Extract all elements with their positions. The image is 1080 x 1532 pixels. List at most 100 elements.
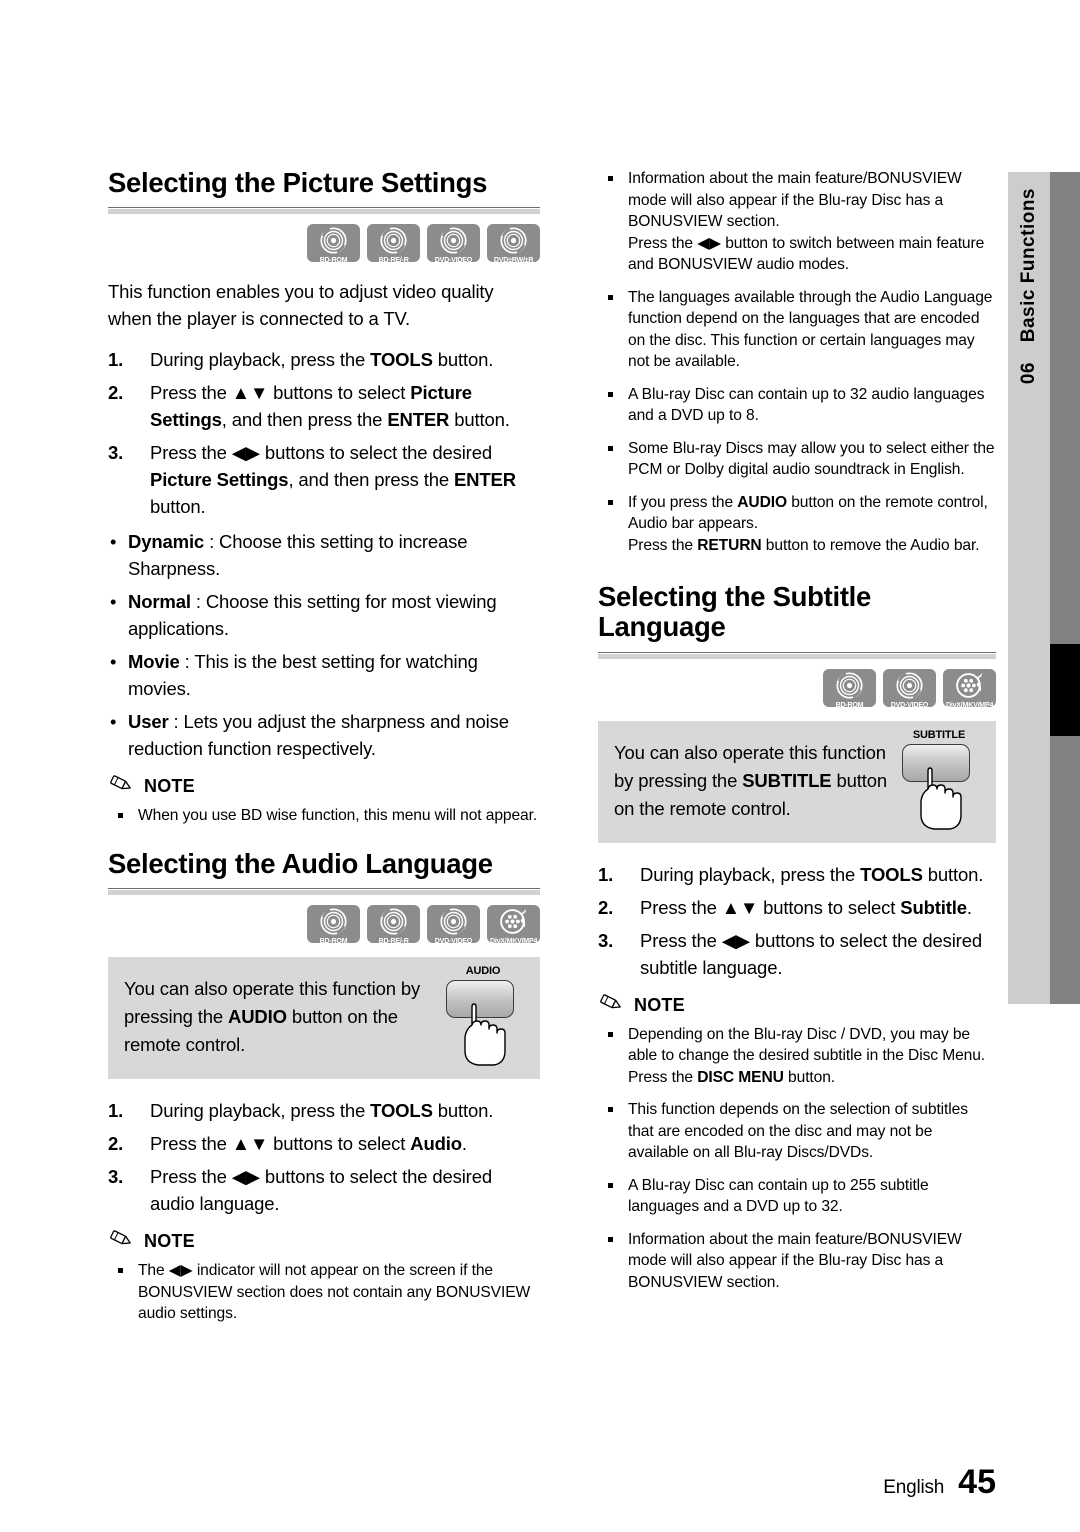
option-text: Dynamic : Choose this setting to increas…	[128, 531, 468, 580]
step-text: During playback, press the TOOLS button.	[640, 863, 984, 885]
step-number: 3.	[108, 1166, 124, 1187]
note-text: If you press the AUDIO button on the rem…	[628, 493, 988, 533]
disc-icon	[320, 227, 347, 254]
audio-callout-text: You can also operate this function by pr…	[124, 978, 421, 1055]
square-bullet-icon	[608, 445, 613, 451]
audio-language-notes-continued: Information about the main feature/BONUS…	[598, 168, 996, 556]
disc-icon	[380, 908, 407, 935]
step-number: 3.	[598, 929, 614, 951]
pressing-hand-icon	[916, 766, 974, 838]
note-label: NOTE	[634, 994, 685, 1015]
step-item: 3. Press the ◀▶ buttons to select the des…	[598, 927, 996, 981]
note-subtext: Press the DISC MENU button.	[628, 1068, 836, 1086]
step-text: Press the ▲▼ buttons to select Picture S…	[150, 382, 510, 431]
note-text: This function depends on the selection o…	[628, 1101, 968, 1161]
subtitle-language-title: Selecting the Subtitle Language	[598, 581, 872, 643]
disc-icon	[320, 908, 347, 935]
note-text: When you use BD wise function, this menu…	[138, 807, 538, 825]
square-bullet-icon	[608, 1031, 613, 1037]
subtitle-language-note-header: NOTE	[598, 993, 996, 1018]
note-text: Some Blu-ray Discs may allow you to sele…	[628, 439, 995, 479]
note-item: The languages available through the Audi…	[598, 287, 996, 373]
disc-badge-label: DVD-VIDEO	[434, 936, 473, 945]
subtitle-language-notes: Depending on the Blu-ray Disc / DVD, you…	[598, 1024, 996, 1294]
step-text: Press the ◀▶ buttons to select the desir…	[640, 929, 982, 978]
subtitle-callout-box: You can also operate this function by pr…	[598, 720, 996, 843]
disc-badge: BD-RE/-R	[367, 224, 420, 265]
subtitle-callout-text: You can also operate this function by pr…	[614, 741, 887, 819]
note-text: A Blu-ray Disc can contain up to 255 sub…	[628, 1176, 929, 1216]
step-item: 1. During playback, press the TOOLS butto…	[108, 1097, 540, 1124]
note-text: The languages available through the Audi…	[628, 288, 993, 371]
audio-language-badges: BD-ROM BD-RE/-R DVD-VIDEO DivX/MKV/MP4	[108, 905, 540, 945]
square-bullet-icon	[118, 1268, 123, 1273]
title-rule	[108, 207, 540, 215]
disc-icon	[380, 227, 407, 254]
bullet-dot-icon: •	[110, 591, 117, 613]
note-text: Information about the main feature/BONUS…	[628, 1230, 962, 1291]
disc-badge-label: DVD-VIDEO	[890, 699, 929, 709]
step-item: 1. During playback, press the TOOLS butto…	[598, 861, 996, 888]
picture-settings-note-header: NOTE	[108, 774, 540, 799]
film-reel-icon	[956, 672, 983, 699]
step-number: 3.	[108, 442, 124, 464]
disc-icon	[440, 908, 467, 935]
picture-settings-notes: When you use BD wise function, this menu…	[108, 805, 540, 827]
step-text: During playback, press the TOOLS button.	[150, 1100, 494, 1121]
step-number: 2.	[598, 896, 614, 918]
audio-language-steps: 1. During playback, press the TOOLS butto…	[108, 1097, 540, 1217]
square-bullet-icon	[608, 294, 613, 300]
disc-badge-label: DivX/MKV/MP4	[945, 699, 994, 709]
audio-remote-button-illustration: AUDIO	[444, 965, 522, 1069]
side-tab-text: 06 Basic Functions	[1008, 172, 1050, 1004]
step-text: Press the ◀▶ buttons to select the desir…	[150, 1166, 492, 1214]
title-rule	[598, 651, 996, 659]
option-item: • Movie : This is the best setting for wa…	[108, 648, 540, 702]
note-item: This function depends on the selection o…	[598, 1099, 996, 1164]
disc-badge: BD-ROM	[823, 668, 876, 709]
step-text: During playback, press the TOOLS button.	[150, 349, 494, 371]
disc-icon	[836, 671, 863, 699]
disc-badge: DVD-VIDEO	[427, 905, 480, 945]
square-bullet-icon	[608, 1236, 613, 1242]
disc-icon	[896, 671, 923, 699]
chapter-number: 06	[1018, 362, 1039, 385]
note-subtext: Press the RETURN button to remove the Au…	[628, 536, 980, 554]
disc-badge-label: BD-RE/-R	[378, 255, 409, 265]
picture-settings-options: • Dynamic : Choose this setting to increa…	[108, 528, 540, 762]
note-item: The ◀▶ indicator will not appear on the …	[108, 1260, 540, 1325]
note-text: Information about the main feature/BONUS…	[628, 170, 962, 230]
square-bullet-icon	[608, 176, 613, 181]
disc-badge-label: BD-ROM	[319, 255, 348, 265]
option-item: • User : Lets you adjust the sharpness an…	[108, 708, 540, 762]
picture-settings-title: Selecting the Picture Settings	[108, 167, 488, 198]
disc-badge-label: BD-ROM	[835, 699, 864, 709]
note-item: Information about the main feature/BONUS…	[598, 168, 996, 276]
square-bullet-icon	[608, 1107, 613, 1112]
step-number: 2.	[108, 1133, 124, 1154]
subtitle-remote-button-illustration: SUBTITLE	[900, 729, 978, 833]
step-number: 1.	[108, 349, 124, 371]
step-number: 1.	[108, 1100, 124, 1121]
remote-key-label: SUBTITLE	[912, 728, 966, 741]
remote-key-label: AUDIO	[465, 965, 501, 977]
disc-badge: DVD-VIDEO	[883, 668, 936, 709]
step-number: 1.	[598, 863, 614, 885]
picture-settings-badges: BD-ROM BD-RE/-R DVD-VIDEO DVD±RW/±R	[108, 224, 540, 265]
square-bullet-icon	[608, 391, 613, 397]
step-item: 2. Press the ▲▼ buttons to select Audio.	[108, 1130, 540, 1157]
picture-settings-intro: This function enables you to adjust vide…	[108, 281, 494, 330]
square-bullet-icon	[608, 499, 613, 505]
note-text: The ◀▶ indicator will not appear on the …	[138, 1262, 531, 1322]
option-text: Normal : Choose this setting for most vi…	[128, 591, 497, 640]
disc-badge: DivX/MKV/MP4	[943, 668, 996, 709]
disc-badge-label: BD-ROM	[319, 936, 348, 945]
step-item: 2. Press the ▲▼ buttons to select Subtitl…	[598, 894, 996, 921]
bullet-dot-icon: •	[110, 531, 117, 553]
note-item: Some Blu-ray Discs may allow you to sele…	[598, 438, 996, 481]
footer-language: English	[883, 1477, 945, 1498]
side-tab-black-marker	[1050, 644, 1080, 736]
subtitle-language-badges: BD-ROM DVD-VIDEO DivX/MKV/MP4	[598, 668, 996, 709]
film-reel-icon	[500, 908, 527, 935]
disc-badge: DVD±RW/±R	[487, 224, 540, 264]
